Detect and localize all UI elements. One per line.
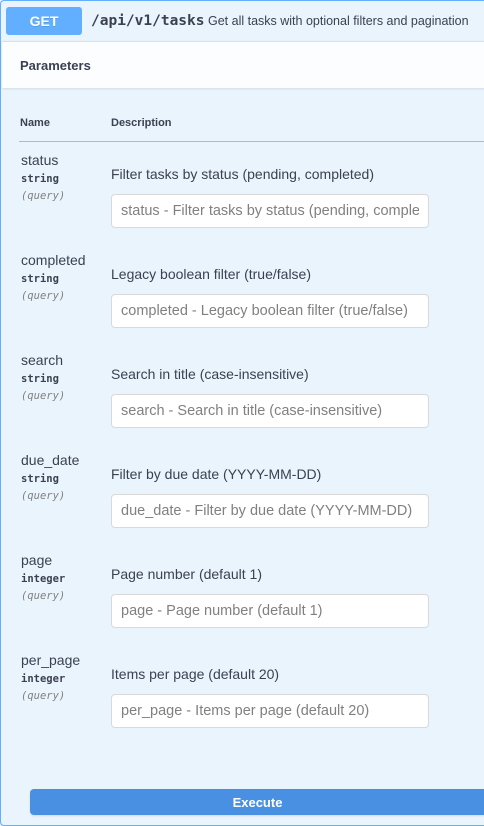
parameter-row-search: search string (query) Search in title (c… (1, 352, 484, 452)
status-input[interactable] (111, 194, 429, 228)
parameter-description: Filter tasks by status (pending, complet… (111, 166, 375, 182)
parameter-description: Search in title (case-insensitive) (111, 366, 309, 382)
per-page-input[interactable] (111, 694, 429, 728)
column-header-name: Name (20, 117, 50, 129)
operation-block: GET /api/v1/tasks Get all tasks with opt… (0, 0, 484, 826)
parameter-name: due_date (21, 452, 80, 468)
parameter-type: string (21, 173, 59, 185)
parameter-type: string (21, 273, 59, 285)
parameter-location: (query) (21, 290, 66, 302)
parameter-type: integer (21, 573, 66, 585)
parameter-description: Page number (default 1) (111, 566, 262, 582)
execute-button[interactable]: Execute (30, 789, 484, 815)
parameter-description: Filter by due date (YYYY-MM-DD) (111, 466, 322, 482)
parameter-location: (query) (21, 690, 66, 702)
search-input[interactable] (111, 394, 429, 428)
parameter-description: Items per page (default 20) (111, 666, 280, 682)
parameters-header: Parameters (2, 41, 484, 88)
parameter-name: search (21, 352, 64, 368)
operation-summary[interactable]: GET /api/v1/tasks Get all tasks with opt… (1, 1, 484, 41)
header-divider (19, 141, 484, 142)
parameter-row-status: status string (query) Filter tasks by st… (1, 152, 484, 252)
endpoint-path[interactable]: /api/v1/tasks (91, 13, 205, 29)
parameter-location: (query) (21, 590, 66, 602)
parameter-location: (query) (21, 390, 66, 402)
operation-summary-text: Get all tasks with optional filters and … (208, 14, 469, 28)
due-date-input[interactable] (111, 494, 429, 528)
parameter-row-per-page: per_page integer (query) Items per page … (1, 652, 484, 752)
parameter-location: (query) (21, 190, 66, 202)
parameter-row-due-date: due_date string (query) Filter by due da… (1, 452, 484, 552)
completed-input[interactable] (111, 294, 429, 328)
parameter-location: (query) (21, 490, 66, 502)
parameter-description: Legacy boolean filter (true/false) (111, 266, 311, 282)
parameter-type: integer (21, 673, 66, 685)
parameter-row-completed: completed string (query) Legacy boolean … (1, 252, 484, 352)
parameter-type: string (21, 473, 59, 485)
parameter-row-page: page integer (query) Page number (defaul… (1, 552, 484, 652)
page-input[interactable] (111, 594, 429, 628)
column-header-description: Description (111, 117, 172, 129)
parameter-name: completed (21, 252, 86, 268)
parameter-name: page (21, 552, 53, 568)
parameter-name: status (21, 152, 59, 168)
parameter-type: string (21, 373, 59, 385)
parameters-title: Parameters (20, 58, 91, 73)
parameter-name: per_page (21, 652, 81, 668)
http-method-badge[interactable]: GET (6, 7, 82, 35)
